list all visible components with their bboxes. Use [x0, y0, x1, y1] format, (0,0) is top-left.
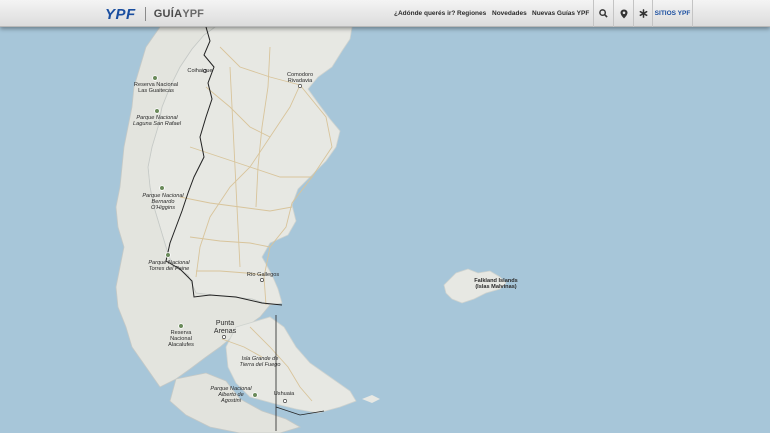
search-button[interactable] — [593, 0, 613, 27]
location-button[interactable] — [613, 0, 633, 27]
label-text: Isla Grande de — [241, 356, 279, 362]
label-text: Reserva — [170, 330, 192, 336]
label-laguna-san-rafael[interactable]: Parque Nacional Laguna San Rafael — [133, 115, 181, 127]
label-comodoro-line2: Rivadavia — [287, 78, 313, 85]
ypf-logo[interactable]: YPF — [105, 6, 136, 23]
label-punta-arenas[interactable]: Punta Arenas — [214, 320, 236, 335]
label-text: O'Higgins — [150, 205, 176, 212]
label-reserva-alacalufes[interactable]: Reserva Nacional Alacalufes — [168, 330, 194, 349]
map-canvas[interactable] — [0, 27, 770, 433]
asterisk-icon — [639, 9, 648, 18]
map-graphic[interactable] — [0, 27, 770, 433]
label-reserva-guaitecas[interactable]: Reserva Nacional Las Guaitecas — [134, 82, 178, 94]
label-text: (Islas Malvinas) — [475, 284, 517, 291]
label-text: Parque Nacional — [210, 386, 252, 392]
label-comodoro-line1: Comodoro — [286, 72, 314, 78]
nav-where-to-go[interactable]: ¿Adónde querés ir? — [394, 10, 455, 17]
label-torres-del-paine[interactable]: Parque Nacional Torres del Paine — [148, 260, 189, 272]
guia-logo-text: GUÍA — [153, 8, 183, 20]
top-navigation-bar: YPF GUÍA YPF ¿Adónde querés ir? Regiones … — [0, 0, 770, 27]
label-text: Alacalufes — [168, 342, 194, 349]
guia-logo-ypf-text: YPF — [182, 8, 204, 20]
label-text: Punta — [215, 320, 235, 327]
nav-regions[interactable]: Regiones — [457, 10, 486, 17]
label-text: Falkland Islands — [474, 278, 518, 284]
label-ushuaia[interactable]: Ushuaia — [274, 391, 295, 397]
label-text: Parque Nacional — [148, 260, 190, 266]
label-text: Parque Nacional — [136, 115, 178, 121]
nav-new-guides[interactable]: Nuevas Guías YPF — [532, 10, 589, 17]
label-text: Bernardo — [151, 199, 175, 206]
nav-news[interactable]: Novedades — [492, 10, 527, 17]
label-text: Parque Nacional — [142, 193, 184, 199]
label-alberto-de-agostini[interactable]: Parque Nacional Alberto de Agostini — [210, 386, 251, 405]
search-icon — [599, 9, 608, 18]
label-text: Agostini — [221, 398, 241, 405]
ypf-sites-button[interactable]: SITIOS YPF — [652, 0, 693, 27]
label-text: Laguna San Rafael — [133, 121, 181, 128]
label-tierra-del-fuego[interactable]: Isla Grande de Tierra del Fuego — [240, 356, 281, 368]
brand-logo[interactable]: YPF GUÍA YPF — [105, 5, 204, 23]
location-pin-icon — [620, 9, 627, 18]
label-text: Arenas — [213, 327, 237, 335]
label-rio-gallegos[interactable]: Río Gallegos — [247, 272, 279, 278]
label-comodoro-rivadavia[interactable]: Comodoro Rivadavia — [287, 72, 313, 84]
logo-divider — [144, 7, 146, 21]
label-text: Alberto de — [218, 392, 244, 399]
label-text: Nacional — [170, 336, 192, 343]
label-text: Las Guaitecas — [138, 88, 174, 95]
label-text: Tierra del Fuego — [239, 362, 281, 369]
label-falkland-islands[interactable]: Falkland Islands (Islas Malvinas) — [474, 278, 518, 290]
label-text: Reserva Nacional — [133, 82, 179, 88]
label-bernardo-ohiggins[interactable]: Parque Nacional Bernardo O'Higgins — [142, 193, 183, 212]
label-text: Torres del Paine — [148, 266, 190, 273]
settings-button[interactable] — [633, 0, 653, 27]
label-coihaique[interactable]: Coihaique — [187, 68, 212, 74]
